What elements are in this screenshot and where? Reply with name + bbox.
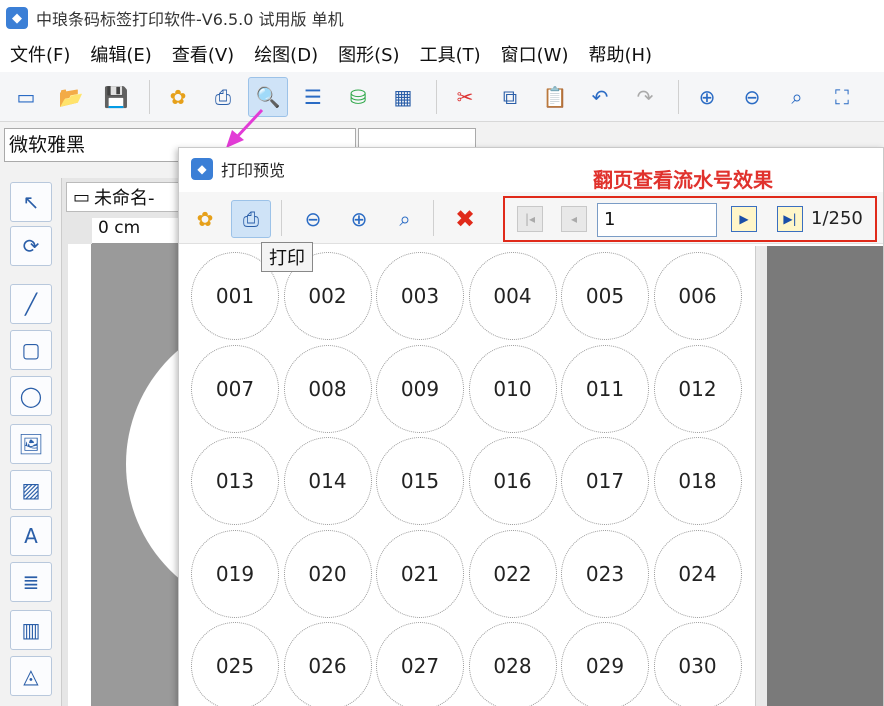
preview-toolbar: ✿ ⎙ ⊖ ⊕ ⌕ ✖ |◂ ◂ 1 ▶ ▶| 1/250 (179, 192, 883, 244)
serial-label-circle: 020 (283, 529, 372, 618)
serial-label-circle: 019 (191, 529, 279, 618)
serial-label-circle: 007 (191, 344, 279, 433)
rounded-rect-tool-icon[interactable]: ▢ (10, 330, 52, 370)
first-page-icon[interactable]: |◂ (517, 206, 543, 232)
zoom-in-icon[interactable]: ⊕ (687, 77, 727, 117)
database-settings-icon[interactable]: ⛁ (338, 77, 378, 117)
menu-shape[interactable]: 图形(S) (338, 41, 399, 67)
previous-page-icon[interactable]: ◂ (561, 206, 587, 232)
serial-label-circle: 013 (191, 437, 279, 525)
main-toolbar: ▭ 📂 💾 ✿ ⎙ 🔍 ☰ ⛁ ▦ ✂ ⧉ 📋 ↶ ↷ ⊕ ⊖ ⌕ ⛶ (0, 72, 884, 122)
serial-label-circle: 027 (376, 622, 464, 706)
select-arrow-icon[interactable]: ↖ (10, 182, 52, 222)
serial-label-circle: 011 (561, 344, 649, 433)
new-icon[interactable]: ▭ (6, 77, 46, 117)
serial-label-circle: 004 (468, 252, 557, 340)
settings-icon[interactable]: ✿ (185, 200, 225, 238)
serial-label-circle: 025 (191, 622, 279, 706)
rotate-icon[interactable]: ⟳ (10, 226, 52, 266)
pink-arrow-annotation (226, 108, 264, 148)
page-edge (755, 246, 767, 706)
dialog-title: 打印预览 (221, 161, 286, 180)
undo-icon[interactable]: ↶ (580, 77, 620, 117)
menu-view[interactable]: 查看(V) (172, 41, 234, 67)
title-bar: ◆ 中琅条码标签打印软件-V6.5.0 试用版 单机 (0, 0, 884, 36)
menu-file[interactable]: 文件(F) (10, 41, 70, 67)
zoom-fit-icon[interactable]: ⌕ (777, 77, 817, 117)
serial-label-circle: 015 (376, 437, 464, 525)
qrcode-tool-icon[interactable]: ◬ (10, 656, 52, 696)
serial-label-circle: 012 (653, 344, 742, 433)
serial-label-circle: 022 (468, 529, 557, 618)
serial-label-circle: 006 (653, 252, 742, 340)
page-navigation-group: |◂ ◂ 1 ▶ ▶| 1/250 (503, 196, 877, 242)
database-icon[interactable]: ☰ (293, 77, 333, 117)
menu-window[interactable]: 窗口(W) (501, 41, 569, 67)
serial-label-circle: 003 (376, 252, 464, 340)
window-title: 中琅条码标签打印软件-V6.5.0 试用版 单机 (36, 10, 344, 29)
serial-label-circle: 010 (468, 344, 557, 433)
settings-icon[interactable]: ✿ (158, 77, 198, 117)
zoom-out-icon[interactable]: ⊖ (293, 200, 333, 238)
zoom-in-icon[interactable]: ⊕ (339, 200, 379, 238)
fit-page-icon[interactable]: ⛶ (822, 77, 862, 117)
open-icon[interactable]: 📂 (51, 77, 91, 117)
paste-icon[interactable]: 📋 (535, 77, 575, 117)
redo-icon[interactable]: ↷ (625, 77, 665, 117)
vertical-ruler (68, 244, 92, 706)
cut-icon[interactable]: ✂ (445, 77, 485, 117)
drawing-tools-palette: ↖ ⟳ ╱ ▢ ◯ 🖼 ▨ A ≣ ▥ ◬ (0, 178, 62, 706)
menu-tools[interactable]: 工具(T) (420, 41, 481, 67)
menu-draw[interactable]: 绘图(D) (254, 41, 318, 67)
menu-help[interactable]: 帮助(H) (588, 41, 652, 67)
preview-background (767, 246, 883, 706)
page-count: 1/250 (811, 208, 863, 229)
print-preview-dialog: ◆ 打印预览 翻页查看流水号效果 ✿ ⎙ ⊖ ⊕ ⌕ ✖ |◂ ◂ 1 ▶ ▶|… (178, 147, 884, 706)
save-icon[interactable]: 💾 (96, 77, 136, 117)
serial-label-circle: 017 (561, 437, 649, 525)
serial-label-circle: 026 (283, 622, 372, 706)
serial-label-circle: 028 (468, 622, 557, 706)
grid-icon[interactable]: ▦ (383, 77, 423, 117)
serial-label-circle: 021 (376, 529, 464, 618)
preview-page[interactable]: 001 002 003 004 005 006 007 008 009 010 011 012 013 0… (179, 246, 755, 706)
document-icon: ▭ (73, 186, 91, 208)
barcode-tool-icon[interactable]: ▥ (10, 610, 52, 650)
image-tool-icon[interactable]: 🖼 (10, 424, 52, 464)
app-logo-icon: ◆ (191, 158, 213, 180)
zoom-fit-icon[interactable]: ⌕ (385, 200, 425, 238)
ellipse-tool-icon[interactable]: ◯ (10, 376, 52, 416)
dialog-title-bar: ◆ 打印预览 (179, 148, 883, 190)
text-tool-icon[interactable]: A (10, 516, 52, 556)
serial-label-circle: 018 (653, 437, 742, 525)
app-logo-icon: ◆ (6, 7, 28, 29)
serial-label-circle: 014 (283, 437, 372, 525)
print-tooltip: 打印 (261, 242, 313, 272)
print-icon[interactable]: ⎙ (231, 200, 271, 238)
last-page-icon[interactable]: ▶| (777, 206, 803, 232)
picture-tool-icon[interactable]: ▨ (10, 470, 52, 510)
serial-label-circle: 005 (561, 252, 649, 340)
annotation-text: 翻页查看流水号效果 (593, 168, 773, 192)
serial-label-circle: 009 (376, 344, 464, 433)
serial-label-circle: 024 (653, 529, 742, 618)
menu-edit[interactable]: 编辑(E) (90, 41, 151, 67)
preview-area: 001 002 003 004 005 006 007 008 009 010 011 012 013 0… (179, 246, 883, 706)
next-page-icon[interactable]: ▶ (731, 206, 757, 232)
copy-icon[interactable]: ⧉ (490, 77, 530, 117)
zoom-out-icon[interactable]: ⊖ (732, 77, 772, 117)
serial-label-circle: 029 (561, 622, 649, 706)
ruler-unit-label: 0 cm (98, 218, 141, 238)
serial-label-circle: 016 (468, 437, 557, 525)
line-tool-icon[interactable]: ╱ (10, 284, 52, 324)
menu-bar: 文件(F) 编辑(E) 查看(V) 绘图(D) 图形(S) 工具(T) 窗口(W… (0, 36, 884, 72)
serial-label-circle: 008 (283, 344, 372, 433)
rich-text-tool-icon[interactable]: ≣ (10, 562, 52, 602)
document-tab-label: 未命名- (94, 188, 155, 209)
close-icon[interactable]: ✖ (445, 200, 485, 238)
serial-label-circle: 030 (653, 622, 742, 706)
page-number-input[interactable]: 1 (597, 203, 717, 237)
serial-label-circle: 023 (561, 529, 649, 618)
